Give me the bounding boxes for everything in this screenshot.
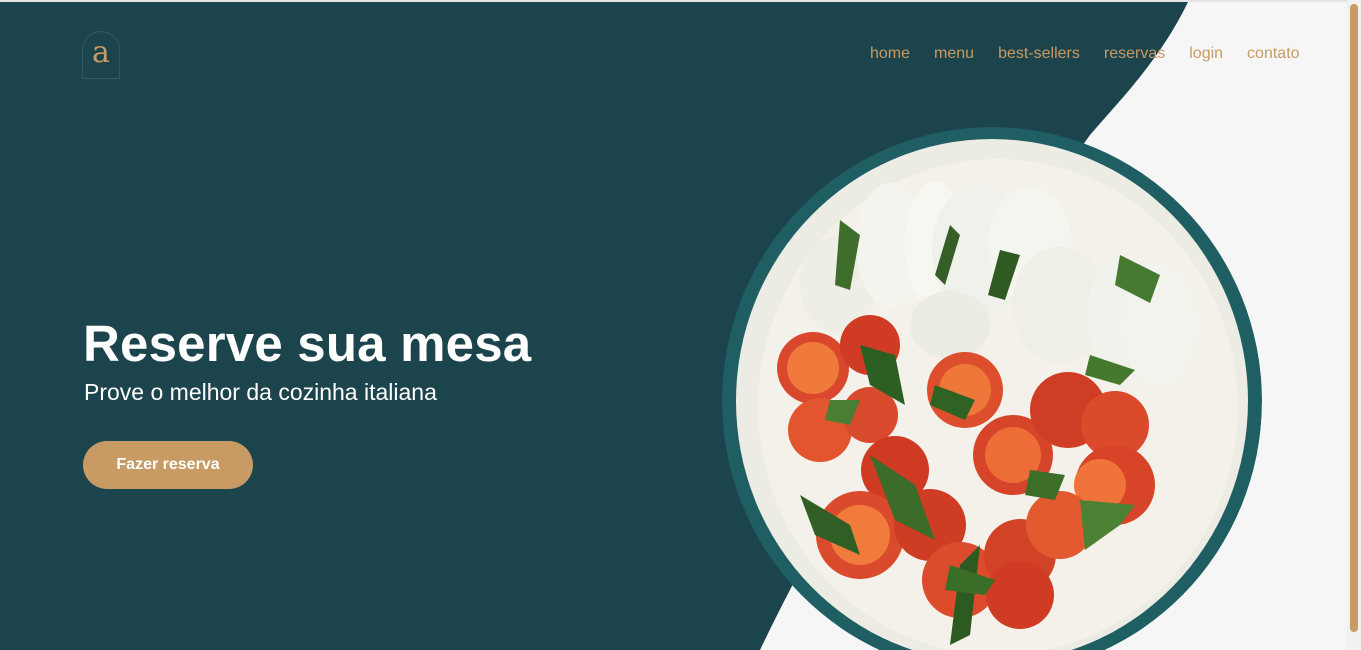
page-scrollbar[interactable] [1347,0,1361,650]
nav-item-reservas[interactable]: reservas [1104,45,1165,63]
brand-logo-letter: a [92,35,110,70]
hero-title: Reserve sua mesa [83,315,532,372]
nav-item-best-sellers[interactable]: best-sellers [998,45,1080,63]
scrollbar-thumb[interactable] [1350,4,1358,632]
nav-item-menu[interactable]: menu [934,45,974,63]
main-nav: home menu best-sellers reservas login co… [870,45,1300,63]
nav-item-contato[interactable]: contato [1247,45,1299,63]
caprese-dish-image [722,127,1262,650]
make-reservation-button[interactable]: Fazer reserva [83,441,253,489]
hero-subtitle: Prove o melhor da cozinha italiana [84,379,437,405]
nav-item-home[interactable]: home [870,45,910,63]
nav-item-login[interactable]: login [1189,45,1223,63]
brand-logo[interactable]: a [82,31,120,79]
